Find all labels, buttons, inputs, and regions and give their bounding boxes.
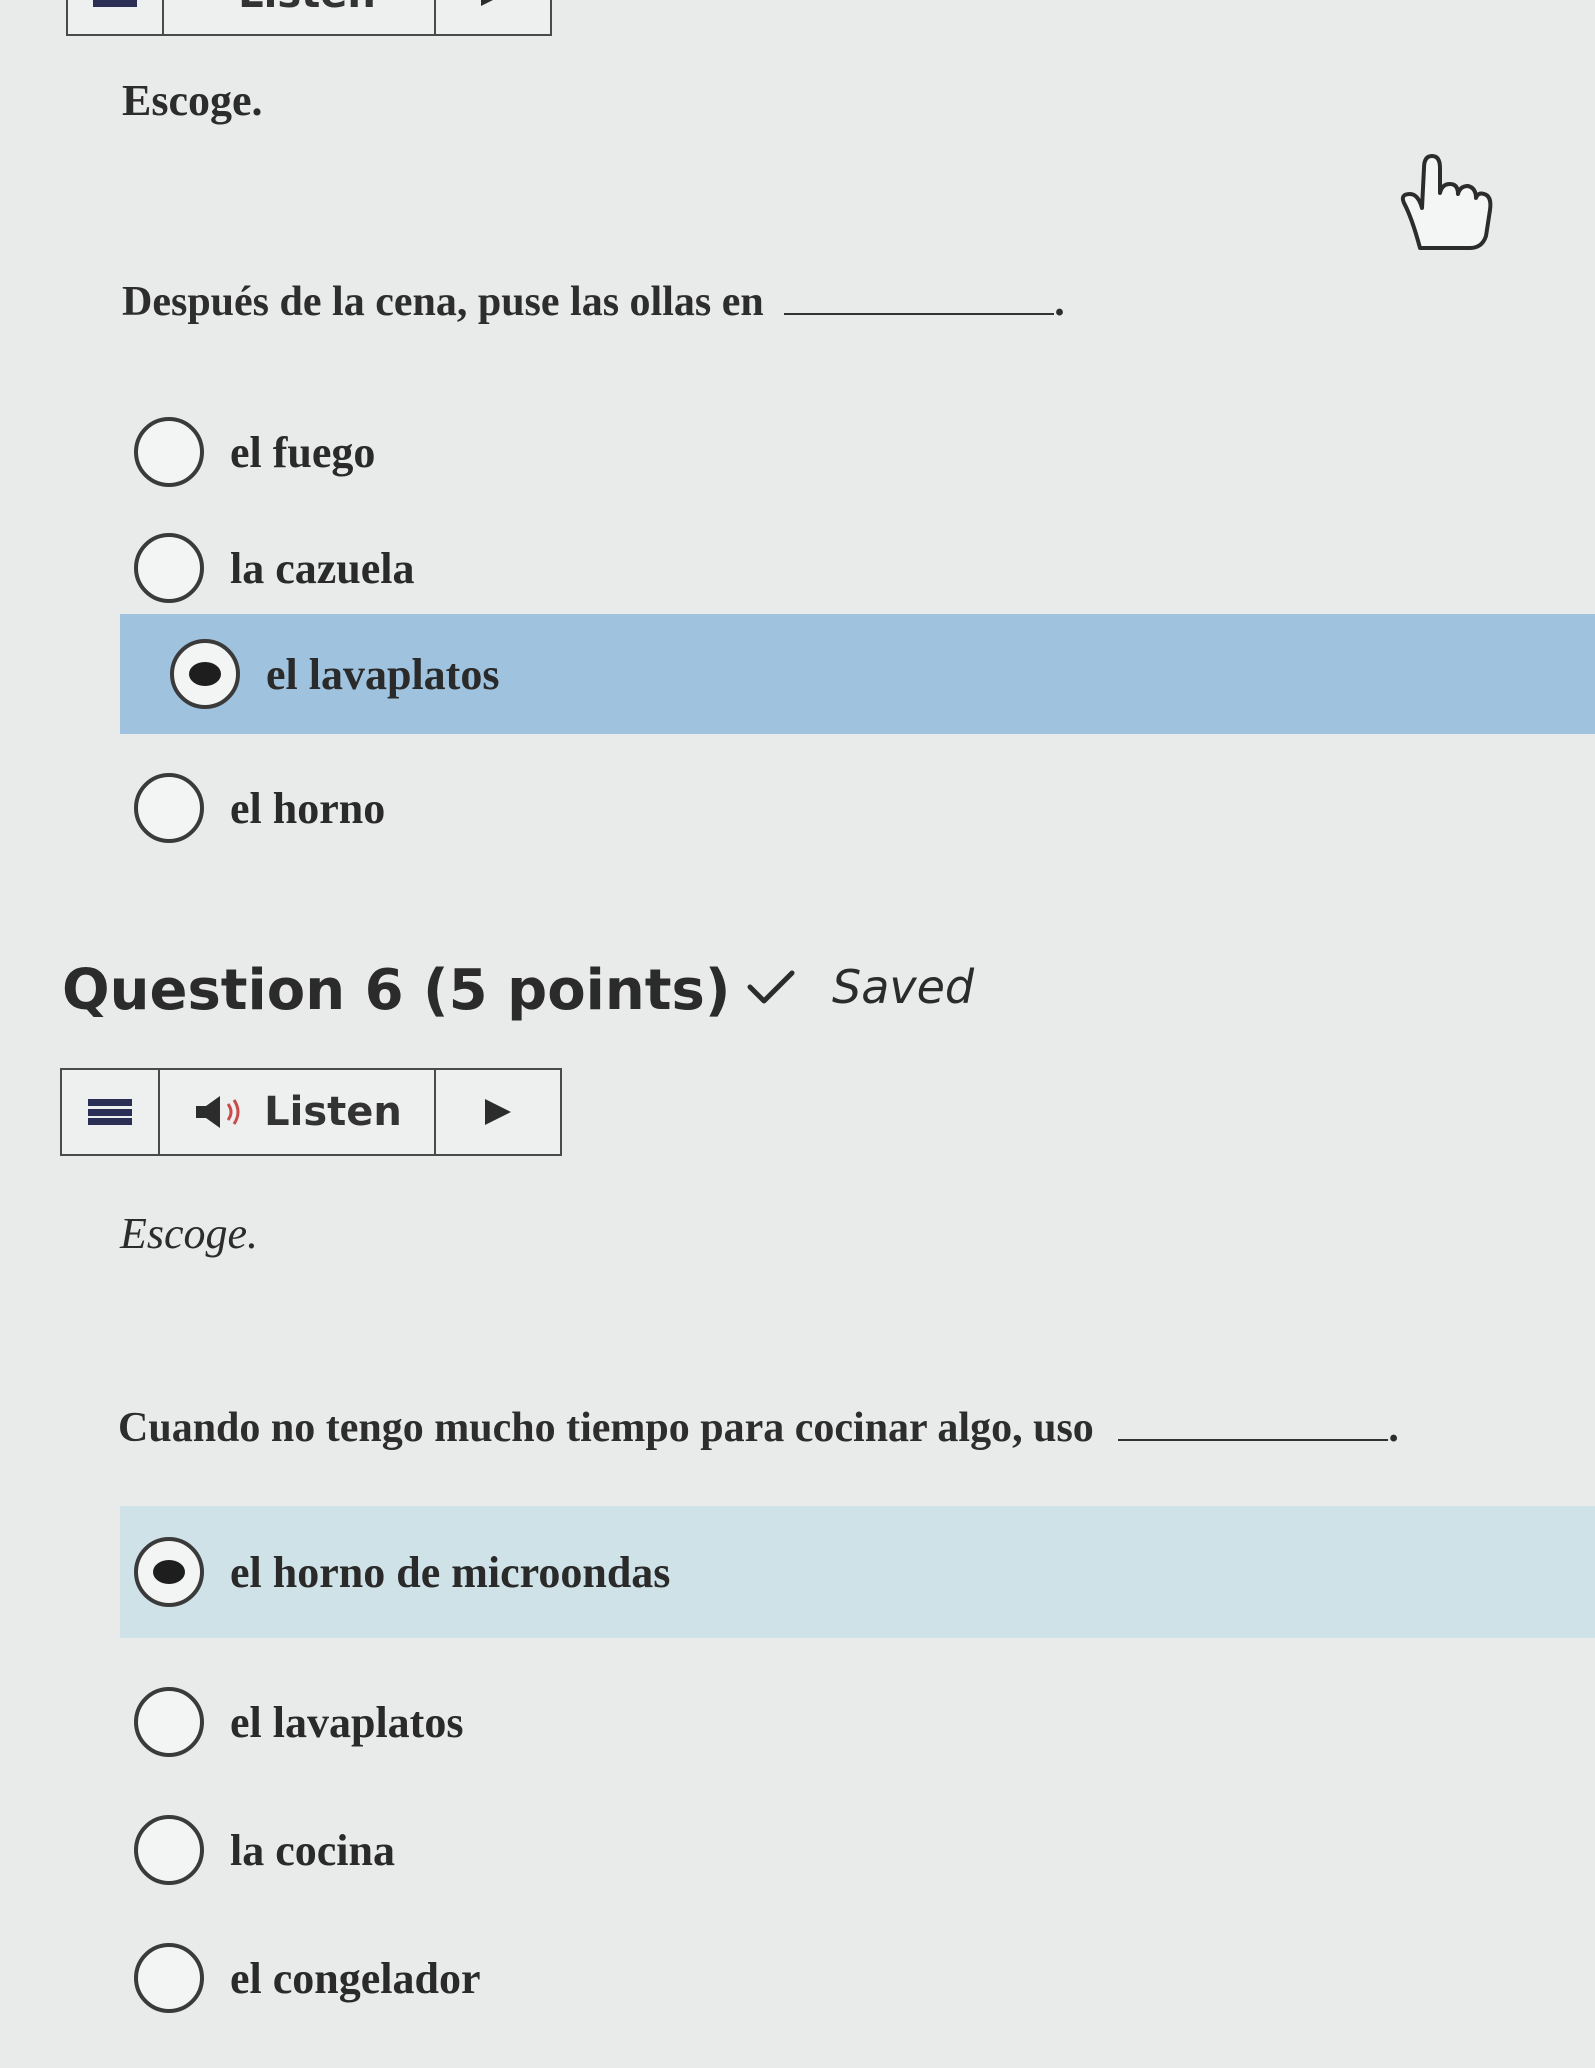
radio-button[interactable] [134, 417, 204, 487]
question-5-prompt: Después de la cena, puse las ollas en . [122, 279, 1065, 325]
play-button[interactable] [436, 1070, 560, 1154]
radio-button[interactable] [134, 1815, 204, 1885]
play-icon [485, 1099, 511, 1125]
saved-status: Saved [746, 960, 974, 1014]
hand-pointer-icon [1400, 154, 1493, 250]
radio-button[interactable] [134, 773, 204, 843]
radio-button-selected[interactable] [170, 639, 240, 709]
listen-button-top[interactable]: Listen [164, 0, 436, 34]
play-button-top[interactable] [436, 0, 550, 34]
listen-toolbar: Listen [60, 1068, 562, 1156]
q5-option-el-fuego[interactable]: el fuego [120, 396, 1595, 508]
q5-option-la-cazuela[interactable]: la cazuela [120, 512, 1595, 624]
listen-button[interactable]: Listen [160, 1070, 436, 1154]
menu-icon [93, 0, 137, 7]
q6-option-el-lavaplatos[interactable]: el lavaplatos [120, 1666, 1595, 1778]
menu-button-top[interactable] [68, 0, 164, 34]
play-icon [481, 0, 493, 6]
radio-button[interactable] [134, 1943, 204, 2013]
speaker-icon [196, 1096, 240, 1128]
q6-option-el-horno-de-microondas[interactable]: el horno de microondas [120, 1506, 1595, 1638]
q5-option-el-horno[interactable]: el horno [120, 752, 1595, 864]
q5-option-el-lavaplatos[interactable]: el lavaplatos [120, 614, 1595, 734]
answer-blank [784, 313, 1055, 315]
checkmark-icon [747, 970, 795, 1004]
answer-blank [1118, 1439, 1389, 1441]
radio-button[interactable] [134, 533, 204, 603]
q6-option-la-cocina[interactable]: la cocina [120, 1794, 1595, 1906]
question-6-prompt: Cuando no tengo mucho tiempo para cocina… [118, 1405, 1399, 1451]
question-6-heading: Question 6 (5 points) [62, 958, 731, 1023]
listen-toolbar-top: Listen [66, 0, 552, 36]
question-6-instruction: Escoge. [120, 1209, 259, 1258]
menu-icon [88, 1099, 132, 1125]
radio-button[interactable] [134, 1687, 204, 1757]
menu-button[interactable] [62, 1070, 160, 1154]
radio-button-selected[interactable] [134, 1537, 204, 1607]
question-5-instruction: Escoge. [122, 76, 263, 125]
q6-option-el-congelador[interactable]: el congelador [120, 1922, 1595, 2034]
